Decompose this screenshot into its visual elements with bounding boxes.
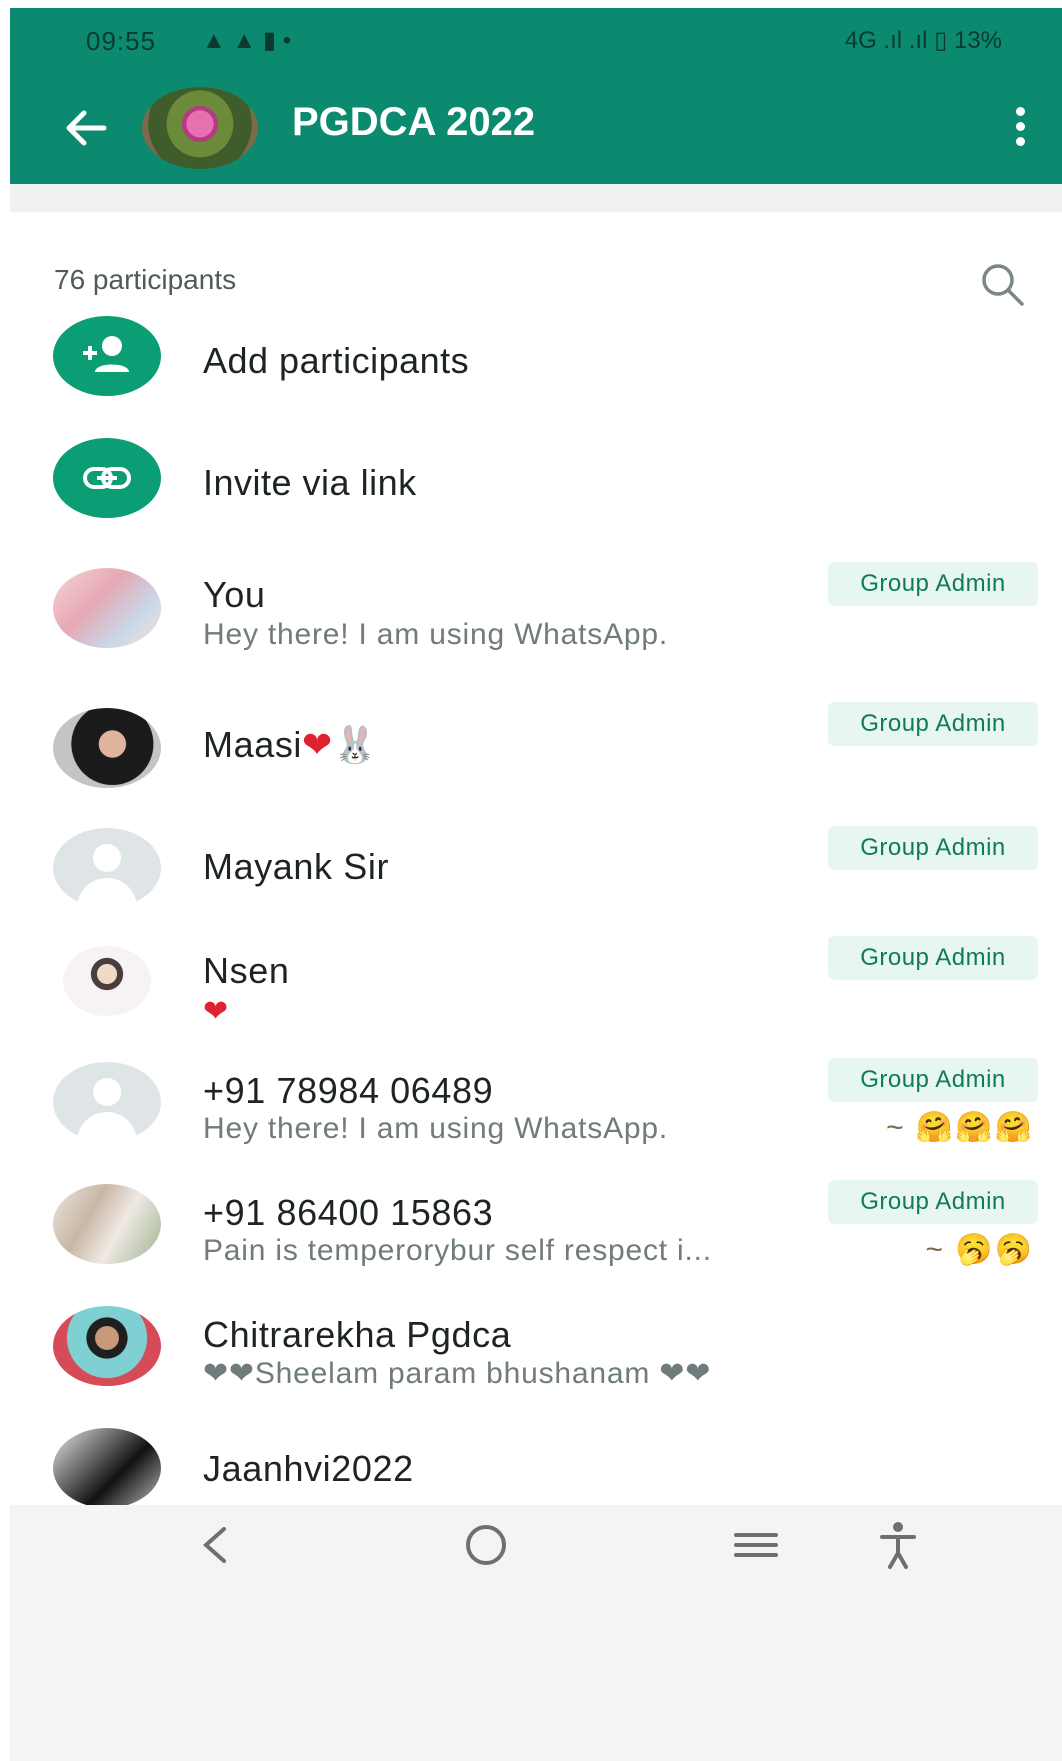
invite-via-link-button[interactable]: Invite via link xyxy=(10,424,1062,534)
member-row-phone-2[interactable]: +91 86400 15863 Pain is temperorybur sel… xyxy=(10,1168,1062,1292)
avatar xyxy=(53,1184,161,1264)
participants-count: 76 participants xyxy=(54,264,237,295)
avatar xyxy=(53,568,161,648)
section-divider xyxy=(10,184,1062,212)
member-about: ❤ xyxy=(203,994,229,1029)
avatar xyxy=(53,1428,161,1508)
member-row-maasi[interactable]: Maasi❤🐰 Group Admin xyxy=(10,694,1062,818)
about-suffix-emoji: ~ 🥱🥱 xyxy=(925,1233,1034,1266)
about-suffix-emoji: ~ 🤗🤗🤗 xyxy=(886,1111,1034,1144)
member-about: ❤❤Sheelam param bhushanam ❤❤ xyxy=(203,1357,712,1390)
member-name: You xyxy=(203,574,266,615)
member-about: Hey there! I am using WhatsApp. xyxy=(203,1112,668,1145)
member-about: Pain is temperorybur self respect i... xyxy=(203,1234,712,1267)
default-avatar-icon xyxy=(53,1062,161,1142)
notification-icons: ▲ ▲ ▮ • xyxy=(202,27,292,54)
member-row-phone-1[interactable]: +91 78984 06489 Hey there! I am using Wh… xyxy=(10,1046,1062,1170)
avatar xyxy=(53,708,161,788)
add-participants-label: Add participants xyxy=(203,340,470,381)
system-nav-bar xyxy=(10,1505,1062,1761)
status-time: 09:55 xyxy=(86,26,157,56)
nav-home-icon[interactable] xyxy=(456,1515,516,1575)
group-admin-badge: Group Admin xyxy=(828,936,1038,980)
group-admin-badge: Group Admin xyxy=(828,702,1038,746)
group-avatar[interactable] xyxy=(142,87,258,169)
back-arrow-icon[interactable] xyxy=(60,102,112,154)
group-admin-badge: Group Admin xyxy=(828,562,1038,606)
member-row-nsen[interactable]: Nsen ❤ Group Admin xyxy=(10,924,1062,1048)
screen: 09:55 ▲ ▲ ▮ • 4G .ıl .ıl ▯ 13% PGDCA 202… xyxy=(10,8,1062,1761)
nav-recents-icon[interactable] xyxy=(726,1515,786,1575)
add-participants-button[interactable]: Add participants xyxy=(10,302,1062,412)
group-admin-badge: Group Admin xyxy=(828,1058,1038,1102)
link-icon xyxy=(53,438,161,518)
avatar xyxy=(63,946,151,1016)
nav-back-icon[interactable] xyxy=(186,1515,246,1575)
member-name: Nsen xyxy=(203,950,290,991)
header: 09:55 ▲ ▲ ▮ • 4G .ıl .ıl ▯ 13% PGDCA 202… xyxy=(10,8,1062,184)
accessibility-icon[interactable] xyxy=(868,1515,928,1575)
member-name: Mayank Sir xyxy=(203,846,390,887)
heart-rabbit-emoji: ❤🐰 xyxy=(302,725,379,766)
member-row-mayank-sir[interactable]: Mayank Sir Group Admin xyxy=(10,814,1062,938)
member-row-chitrarekha[interactable]: Chitrarekha Pgdca ❤❤Sheelam param bhusha… xyxy=(10,1290,1062,1414)
default-avatar-icon xyxy=(53,828,161,908)
status-bar: 09:55 ▲ ▲ ▮ • 4G .ıl .ıl ▯ 13% xyxy=(10,8,1062,72)
group-title[interactable]: PGDCA 2022 xyxy=(292,100,535,145)
search-icon[interactable] xyxy=(978,260,1026,308)
app-bar: PGDCA 2022 xyxy=(10,72,1062,184)
group-admin-badge: Group Admin xyxy=(828,1180,1038,1224)
member-name: +91 86400 15863 xyxy=(203,1192,494,1233)
more-options-icon[interactable] xyxy=(1010,102,1030,156)
avatar xyxy=(53,1306,161,1386)
member-name: +91 78984 06489 xyxy=(203,1070,494,1111)
member-row-you[interactable]: You Hey there! I am using WhatsApp. Grou… xyxy=(10,554,1062,678)
member-name: Jaanhvi2022 xyxy=(203,1448,414,1489)
invite-via-link-label: Invite via link xyxy=(203,462,417,503)
member-name: Chitrarekha Pgdca xyxy=(203,1314,512,1355)
add-person-icon xyxy=(53,316,161,396)
member-name: Maasi❤🐰 xyxy=(203,724,379,766)
group-admin-badge: Group Admin xyxy=(828,826,1038,870)
signal-battery-status: 4G .ıl .ıl ▯ 13% xyxy=(844,27,1002,54)
member-about: Hey there! I am using WhatsApp. xyxy=(203,618,668,651)
